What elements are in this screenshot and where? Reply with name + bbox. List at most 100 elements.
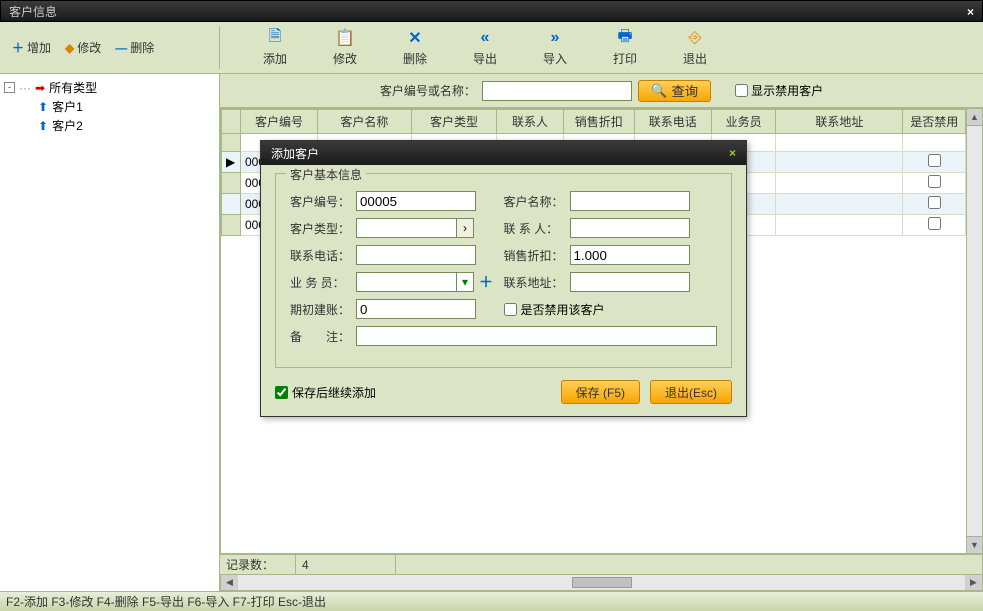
grid-footer: 记录数： 4 [220,554,983,574]
col-header[interactable]: 销售折扣 [563,110,634,134]
window-titlebar: 客户信息 × [0,0,983,22]
tree-toolbar: ＋ 增加 ◆ 修改 — 删除 [0,26,220,69]
magnifier-icon: 🔍 [651,83,668,99]
phone-label: 联系电话： [290,247,356,264]
code-label: 客户编号： [290,193,356,210]
name-label: 客户名称： [504,193,570,210]
phone-input[interactable] [356,245,476,265]
search-button[interactable]: 🔍 查询 [638,80,711,102]
scroll-right-icon[interactable]: ▶ [965,575,982,590]
type-lookup-button[interactable]: › [456,218,474,238]
printer-icon: 🖶 [590,28,660,48]
scroll-left-icon[interactable]: ◀ [221,575,238,590]
row-disabled-checkbox[interactable] [928,175,941,188]
tree-child[interactable]: ⬆ 客户1 [4,97,215,116]
clipboard-icon: 📋 [310,28,380,48]
salesman-label: 业 务 员： [290,274,356,291]
dialog-title: 添加客户 [271,145,319,162]
col-header[interactable]: 业务员 [711,110,776,134]
add-customer-dialog: 添加客户 × 客户基本信息 客户编号： 客户名称： 客户类型： [260,140,747,417]
toolbar-delete-button[interactable]: ✕ 删除 [380,28,450,67]
discount-input[interactable] [570,245,690,265]
dialog-titlebar[interactable]: 添加客户 × [261,141,746,165]
toolbar-export-button[interactable]: « 导出 [450,28,520,67]
tree-edit-button[interactable]: ◆ 修改 [65,39,101,56]
scroll-down-icon[interactable]: ▼ [967,536,982,553]
fieldset-legend: 客户基本信息 [286,166,366,183]
col-header[interactable]: 客户类型 [411,110,496,134]
toolbar-print-button[interactable]: 🖶 打印 [590,28,660,67]
arrow-right-icon: ➡ [35,81,45,95]
col-header[interactable]: 联系人 [497,110,564,134]
search-bar: 客户编号或名称： 🔍 查询 显示禁用客户 [220,74,983,108]
contact-label: 联 系 人： [504,220,570,237]
continue-add-checkbox[interactable] [275,386,288,399]
discount-label: 销售折扣： [504,247,570,264]
toolbar-import-button[interactable]: » 导入 [520,28,590,67]
address-input[interactable] [570,272,690,292]
opening-label: 期初建账： [290,301,356,318]
search-label: 客户编号或名称： [380,82,476,99]
row-disabled-checkbox[interactable] [928,217,941,230]
type-input[interactable] [356,218,456,238]
window-title: 客户信息 [9,1,57,21]
tree-delete-button[interactable]: — 删除 [115,39,154,56]
continue-add-label: 保存后继续添加 [292,384,376,401]
col-header[interactable]: 客户编号 [240,110,317,134]
vertical-scrollbar[interactable]: ▲ ▼ [966,108,983,554]
name-input[interactable] [570,191,690,211]
scroll-up-icon[interactable]: ▲ [967,109,982,126]
x-icon: ✕ [380,28,450,48]
remark-label: 备 注： [290,328,356,345]
minus-icon: — [115,41,127,55]
col-header[interactable]: 是否禁用 [903,110,966,134]
tree-add-button[interactable]: ＋ 增加 [12,39,51,56]
import-icon: » [520,28,590,48]
exit-button[interactable]: 退出(Esc) [650,380,732,404]
scroll-thumb[interactable] [572,577,632,588]
doc-toolbar: 🗎 添加 📋 修改 ✕ 删除 « 导出 » 导入 🖶 打印 ⎆ 退出 [220,26,983,69]
row-disabled-checkbox[interactable] [928,154,941,167]
record-count-label: 记录数： [220,555,296,574]
salesman-dropdown-button[interactable]: ▾ [456,272,474,292]
tree-root[interactable]: - ··· ➡ 所有类型 [4,78,215,97]
basic-info-fieldset: 客户基本信息 客户编号： 客户名称： 客户类型： › [275,173,732,368]
code-input[interactable] [356,191,476,211]
col-header[interactable]: 联系地址 [776,110,903,134]
row-disabled-checkbox[interactable] [928,196,941,209]
category-tree: - ··· ➡ 所有类型 ⬆ 客户1 ⬆ 客户2 [0,74,220,591]
search-input[interactable] [482,81,632,101]
col-header[interactable]: 联系电话 [634,110,711,134]
col-header[interactable]: 客户名称 [318,110,412,134]
contact-input[interactable] [570,218,690,238]
arrow-up-icon: ⬆ [38,100,48,114]
tree-collapse-icon[interactable]: - [4,82,15,93]
show-disabled-label: 显示禁用客户 [751,82,823,99]
export-icon: « [450,28,520,48]
save-button[interactable]: 保存 (F5) [561,380,640,404]
salesman-input[interactable] [356,272,456,292]
show-disabled-checkbox[interactable] [735,84,748,97]
main-toolbar: ＋ 增加 ◆ 修改 — 删除 🗎 添加 📋 修改 ✕ 删除 « 导出 » [0,22,983,74]
close-icon[interactable]: × [967,1,974,21]
address-label: 联系地址： [504,274,570,291]
arrow-up-icon: ⬆ [38,119,48,133]
plus-icon: ＋ [12,39,24,56]
toolbar-edit-button[interactable]: 📋 修改 [310,28,380,67]
disable-customer-label: 是否禁用该客户 [521,301,605,318]
toolbar-exit-button[interactable]: ⎆ 退出 [660,28,730,67]
toolbar-add-button[interactable]: 🗎 添加 [240,28,310,67]
exit-icon: ⎆ [660,28,730,48]
disable-customer-checkbox[interactable] [504,303,517,316]
dialog-close-icon[interactable]: × [729,146,736,160]
horizontal-scrollbar[interactable]: ◀ ▶ [220,574,983,591]
opening-input[interactable] [356,299,476,319]
chevron-down-icon: ▾ [462,275,468,289]
diamond-icon: ◆ [65,41,74,55]
tree-child[interactable]: ⬆ 客户2 [4,116,215,135]
add-salesman-button[interactable]: ＋ [479,272,493,292]
remark-input[interactable] [356,326,717,346]
lookup-icon: › [463,221,467,235]
type-label: 客户类型： [290,220,356,237]
status-bar: F2-添加 F3-修改 F4-删除 F5-导出 F6-导入 F7-打印 Esc-… [0,591,983,611]
